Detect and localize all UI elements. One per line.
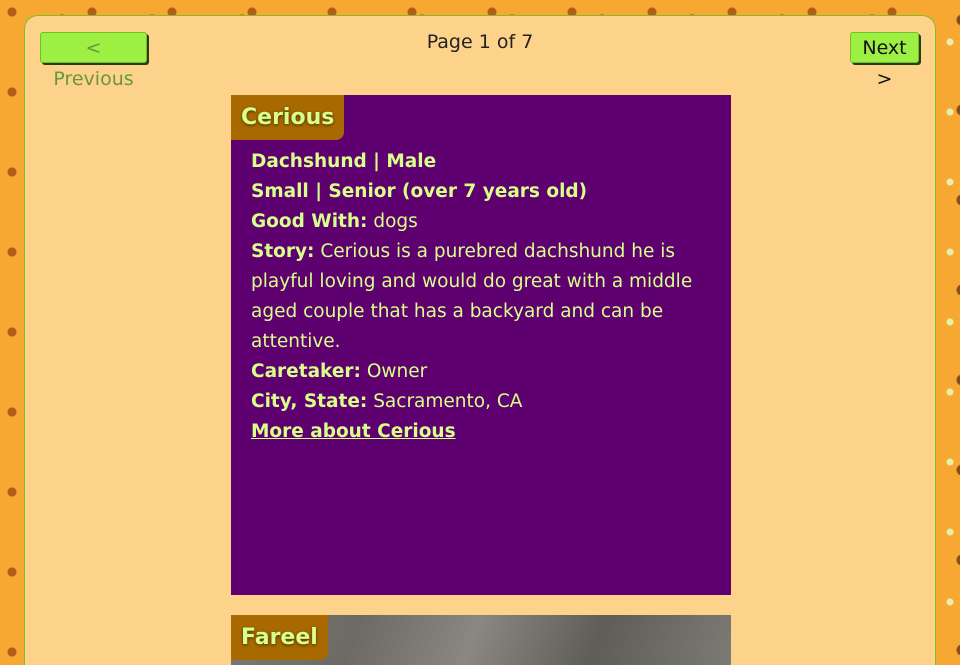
more-about-link[interactable]: More about Cerious [251, 421, 456, 442]
page-indicator: Page 1 of 7 [426, 31, 534, 53]
pet-name: Cerious [231, 95, 345, 140]
good-with-value: dogs [373, 211, 418, 232]
pet-card: Fareel [231, 615, 731, 665]
pet-details: Dachshund | Male Small | Senior (over 7 … [231, 140, 731, 447]
pet-breed-gender: Dachshund | Male [251, 151, 437, 172]
story-text: Cerious is a purebred dachshund he is pl… [251, 241, 693, 352]
story-label: Story: [251, 241, 315, 262]
pet-name: Fareel [231, 615, 328, 660]
next-button[interactable]: Next > [850, 32, 919, 90]
caretaker-label: Caretaker: [251, 361, 361, 382]
pet-card: Cerious Dachshund | Male Small | Senior … [231, 95, 731, 595]
city-state-label: City, State: [251, 391, 368, 412]
caretaker-value: Owner [366, 361, 428, 382]
city-state-value: Sacramento, CA [373, 391, 523, 412]
pet-size-age: Small | Senior (over 7 years old) [251, 181, 588, 202]
good-with-label: Good With: [251, 211, 368, 232]
